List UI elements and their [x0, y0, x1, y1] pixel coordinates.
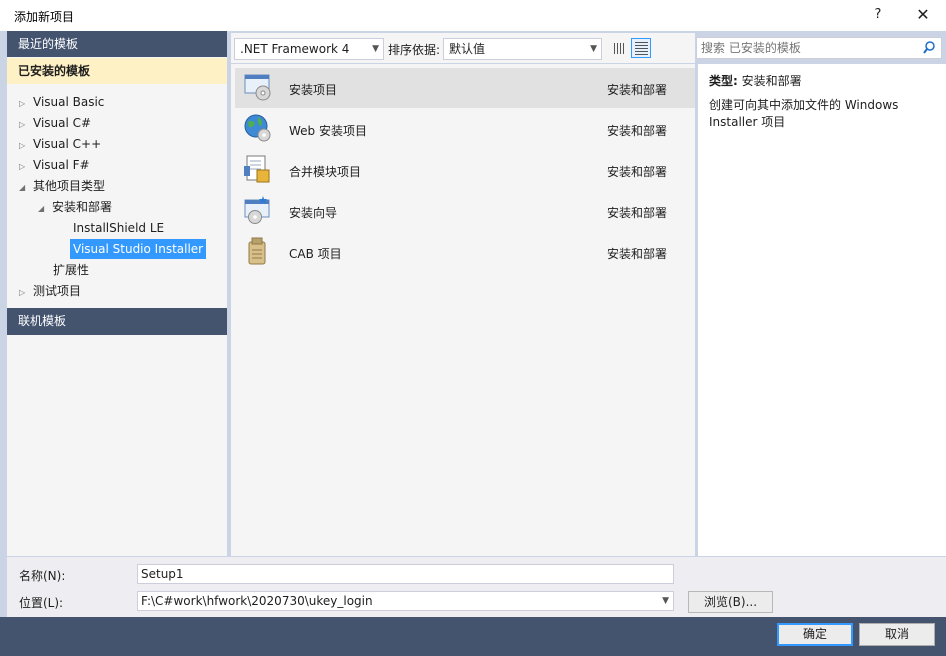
ok-button[interactable]: 确定 [777, 623, 853, 646]
sort-label: 排序依据: [388, 43, 441, 57]
online-templates-header[interactable]: 联机模板 [7, 308, 227, 335]
search-box[interactable] [696, 37, 942, 59]
template-row-merge-module[interactable]: 合并模块项目 安装和部署 [235, 150, 695, 190]
chevron-down-icon: ▼ [372, 44, 379, 54]
list-icon [635, 42, 648, 55]
chevron-down-icon[interactable]: ▼ [662, 592, 669, 610]
tree-item-test-projects[interactable]: ▷ 测试项目 [19, 281, 81, 301]
installed-templates-header[interactable]: 已安装的模板 [7, 58, 227, 84]
details-view-button[interactable] [631, 38, 651, 58]
search-icon[interactable] [923, 41, 935, 55]
recent-templates-header[interactable]: 最近的模板 [7, 31, 227, 57]
tree-item-other-project-types[interactable]: ◢ 其他项目类型 [19, 176, 105, 196]
tree-item-extensibility[interactable]: 扩展性 [53, 260, 89, 280]
tree-item-visual-fsharp[interactable]: ▷ Visual F# [19, 155, 90, 175]
search-input[interactable] [701, 40, 911, 56]
name-field[interactable]: Setup1 [137, 564, 674, 584]
expand-arrow-icon[interactable]: ▷ [19, 115, 33, 135]
tree-item-setup-deployment[interactable]: ◢ 安装和部署 [38, 197, 112, 217]
tree-item-installshield-le[interactable]: InstallShield LE [73, 218, 164, 238]
location-label: 位置(L): [19, 596, 64, 610]
tree-item-visual-csharp[interactable]: ▷ Visual C# [19, 113, 91, 133]
setup-project-icon [244, 74, 271, 101]
browse-button[interactable]: 浏览(B)... [688, 591, 773, 613]
setup-wizard-icon [244, 196, 270, 224]
expand-arrow-icon[interactable]: ▷ [19, 136, 33, 156]
template-row-setup-wizard[interactable]: 安装向导 安装和部署 [235, 191, 695, 231]
template-type: 类型: 安装和部署 [709, 74, 802, 88]
cab-project-icon [248, 237, 266, 265]
expand-arrow-icon[interactable]: ▷ [19, 94, 33, 114]
web-setup-project-icon [244, 114, 271, 142]
title-bar: 添加新项目 ? ✕ [0, 0, 946, 31]
tree-item-vs-installer[interactable]: Visual Studio Installer [70, 239, 207, 259]
help-button[interactable]: ? [866, 4, 890, 26]
expand-arrow-icon[interactable]: ▷ [19, 157, 33, 177]
cancel-button[interactable]: 取消 [859, 623, 935, 646]
template-categories-pane: 最近的模板 已安装的模板 ▷ Visual Basic ▷ Visual C# ▷ V… [7, 31, 227, 556]
dialog-title: 添加新项目 [14, 10, 75, 24]
template-row-web-setup[interactable]: Web 安装项目 安装和部署 [235, 109, 695, 149]
framework-select[interactable]: .NET Framework 4 ▼ [234, 38, 384, 60]
expand-arrow-icon[interactable]: ▷ [19, 283, 33, 303]
tree-item-visual-basic[interactable]: ▷ Visual Basic [19, 92, 104, 112]
chevron-down-icon: ▼ [590, 44, 597, 54]
collapse-arrow-icon[interactable]: ◢ [38, 199, 52, 219]
template-toolbar: .NET Framework 4 ▼ 排序依据: 默认值 ▼ [231, 33, 695, 63]
grid-icon [614, 43, 625, 54]
small-icons-view-button[interactable] [609, 38, 629, 58]
template-description: 创建可向其中添加文件的 Windows Installer 项目 [709, 98, 899, 129]
close-button[interactable]: ✕ [910, 4, 936, 26]
template-row-setup-project[interactable]: 安装项目 安装和部署 [235, 68, 695, 108]
project-form: 名称(N): Setup1 位置(L): F:\C#work\hfwork\20… [7, 557, 946, 617]
template-list: 安装项目 安装和部署 Web 安装项目 安装和部署 合并模块项目 安装和部署 安… [231, 64, 695, 556]
merge-module-icon [244, 155, 270, 183]
dialog-footer: 确定 取消 [0, 617, 946, 656]
sort-select[interactable]: 默认值 ▼ [443, 38, 602, 60]
template-details-pane: 类型: 安装和部署 创建可向其中添加文件的 Windows Installer … [698, 64, 946, 556]
tree-item-visual-cpp[interactable]: ▷ Visual C++ [19, 134, 101, 154]
name-label: 名称(N): [19, 569, 66, 583]
location-combo[interactable]: F:\C#work\hfwork\2020730\ukey_login ▼ [137, 591, 674, 611]
template-row-cab-project[interactable]: CAB 项目 安装和部署 [235, 232, 695, 272]
collapse-arrow-icon[interactable]: ◢ [19, 178, 33, 198]
dialog-body: 最近的模板 已安装的模板 ▷ Visual Basic ▷ Visual C# ▷ V… [0, 31, 946, 656]
